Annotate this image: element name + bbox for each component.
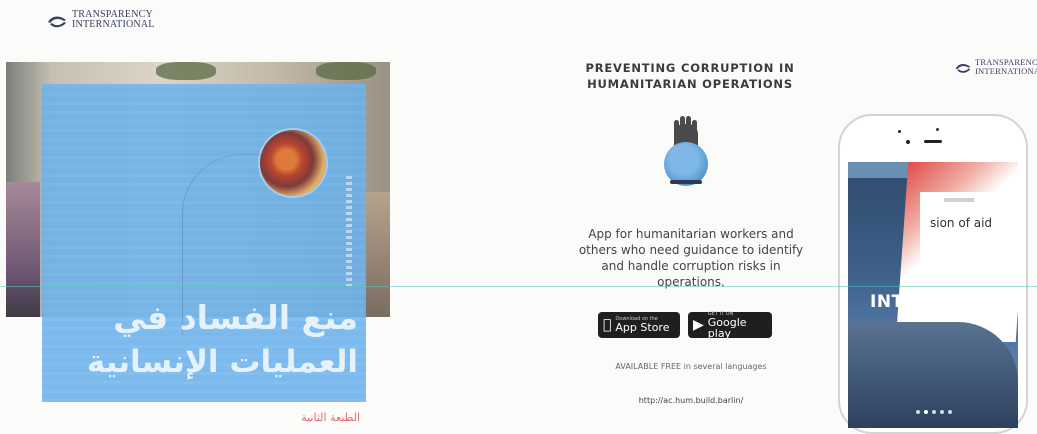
page-indicator[interactable] [916, 410, 952, 414]
ti-logo-icon [48, 16, 66, 28]
page-heading-line [944, 198, 974, 202]
page-dot[interactable] [940, 410, 944, 414]
intro-heading: INTRODUCTI [870, 292, 994, 312]
tree-shape [316, 62, 376, 80]
person-figure-left [6, 182, 40, 317]
logo-tagline [72, 31, 155, 34]
page-dot[interactable] [932, 410, 936, 414]
transparency-international-logo-small: TRANSPARENCY INTERNATIONAL [954, 58, 1037, 79]
scan-line [0, 286, 1037, 287]
edition-label: الطبعة الثانية [301, 411, 360, 424]
availability-note: AVAILABLE FREE in several languages [615, 362, 767, 371]
app-url-link[interactable]: http://ac.hum.build.barlin/ [570, 396, 812, 405]
phone-speaker [924, 140, 942, 143]
google-play-label: Google play [707, 315, 747, 340]
ti-logo-icon [955, 64, 971, 73]
page-dot[interactable] [948, 410, 952, 414]
app-store-label: App Store [607, 321, 669, 334]
phone-camera [906, 140, 910, 144]
page-text: sion of aid [930, 216, 993, 230]
page-dot[interactable] [916, 410, 920, 414]
app-title: PREVENTING CORRUPTION IN HUMANITARIAN OP… [585, 61, 795, 91]
phone-mockup: sion of aid × INTRODUCTI [838, 114, 1028, 434]
logo-tagline [975, 76, 1037, 79]
google-play-button[interactable]: ▶ GET IT ON Google play [688, 311, 772, 340]
phone-sensor [898, 130, 901, 133]
transparency-international-logo: TRANSPARENCY INTERNATIONAL [46, 10, 155, 34]
phone-sensor [936, 128, 939, 131]
hand-globe-icon [648, 116, 726, 194]
circular-cover-photo [260, 130, 326, 196]
page-dot[interactable] [924, 410, 928, 414]
app-description: App for humanitarian workers and others … [578, 227, 804, 289]
app-store-button[interactable]:  Download on the App Store [598, 312, 680, 338]
apple-icon:  [603, 318, 611, 332]
phone-screen: sion of aid × INTRODUCTI [848, 162, 1018, 428]
arabic-title-line1: منع الفساد في [113, 298, 358, 337]
person-figure-right [364, 192, 390, 317]
logo-text-line2: INTERNATIONAL [975, 65, 1037, 76]
tree-shape [156, 62, 216, 80]
arabic-title-line2: العمليات الإنسانية [86, 344, 358, 380]
logo-text-line2: INTERNATIONAL [72, 19, 155, 30]
arabic-cover-title: منع الفساد في العمليات الإنسانية [46, 296, 358, 384]
vertical-caption [346, 176, 352, 286]
play-icon: ▶ [693, 317, 704, 333]
close-icon[interactable]: × [1000, 176, 1010, 190]
